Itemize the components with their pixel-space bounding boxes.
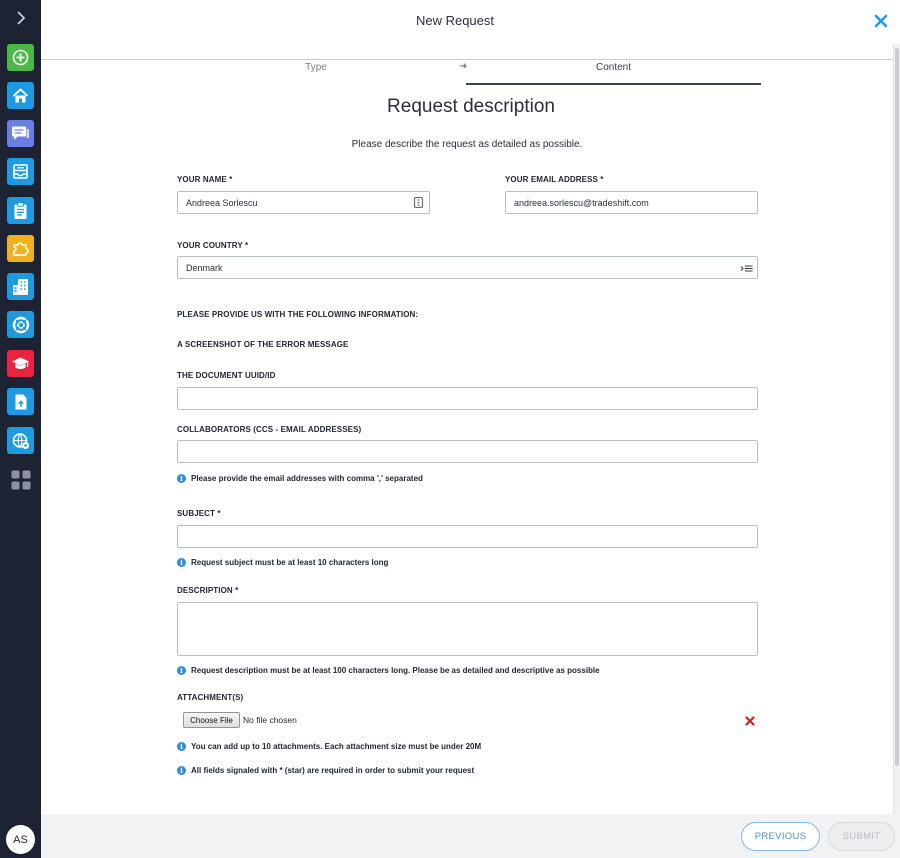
- subject-input[interactable]: [177, 525, 758, 548]
- collaborators-label: COLLABORATORS (CCS - EMAIL ADDRESSES): [177, 425, 362, 434]
- previous-button[interactable]: PREVIOUS: [741, 822, 820, 851]
- scrollbar-thumb[interactable]: [895, 48, 899, 766]
- remove-attachment-icon[interactable]: [744, 714, 756, 726]
- info-icon: i: [177, 558, 186, 567]
- upload-icon[interactable]: [7, 388, 34, 415]
- subject-label: SUBJECT *: [177, 509, 221, 518]
- add-icon[interactable]: [7, 44, 34, 71]
- file-status: No file chosen: [243, 715, 297, 725]
- required-fields-hint-text: All fields signaled with * (star) are re…: [191, 766, 475, 775]
- info-icon: i: [177, 474, 186, 483]
- header-divider: [41, 59, 893, 60]
- screenshot-heading: A SCREENSHOT OF THE ERROR MESSAGE: [177, 340, 349, 349]
- attachments-hint: i You can add up to 10 attachments. Each …: [177, 742, 481, 751]
- collaborators-hint: i Please provide the email addresses with…: [177, 474, 423, 483]
- inbox-icon[interactable]: [7, 158, 34, 185]
- name-label: YOUR NAME *: [177, 175, 233, 184]
- graduation-cap-icon[interactable]: [7, 350, 34, 377]
- info-icon: i: [177, 666, 186, 675]
- sidebar: AS: [0, 0, 41, 858]
- info-icon: i: [177, 766, 186, 775]
- choose-file-button[interactable]: Choose File: [183, 712, 240, 728]
- attachments-label: ATTACHMENT(S): [177, 693, 244, 702]
- uuid-input[interactable]: [177, 387, 758, 410]
- attachments-hint-text: You can add up to 10 attachments. Each a…: [191, 742, 482, 751]
- expand-sidebar-chevron-icon[interactable]: [10, 7, 32, 29]
- subject-hint: i Request subject must be at least 10 cha…: [177, 558, 388, 567]
- submit-button[interactable]: SUBMIT: [828, 822, 895, 851]
- user-avatar[interactable]: AS: [6, 825, 35, 854]
- clipboard-icon[interactable]: [7, 197, 34, 224]
- collaborators-hint-text: Please provide the email addresses with …: [191, 474, 423, 483]
- active-step-indicator: [466, 83, 761, 85]
- page-title: Request description: [387, 96, 555, 117]
- select-list-icon: [739, 263, 753, 273]
- description-hint-text: Request description must be at least 100…: [191, 666, 600, 675]
- email-field[interactable]: andreea.sorlescu@tradeshift.com: [505, 191, 758, 214]
- info-icon: i: [177, 742, 186, 751]
- name-field[interactable]: Andreea Sorlescu: [177, 191, 430, 214]
- collaborators-input[interactable]: [177, 440, 758, 463]
- page-subtitle: Please describe the request as detailed …: [351, 139, 583, 150]
- new-request-modal: AS New Request Type ➜ Content Request de…: [0, 0, 900, 858]
- globe-settings-icon[interactable]: [7, 427, 34, 454]
- description-label: DESCRIPTION *: [177, 586, 239, 595]
- subject-hint-text: Request subject must be at least 10 char…: [191, 558, 389, 567]
- required-fields-hint: i All fields signaled with * (star) are r…: [177, 766, 474, 775]
- apps-grid-icon[interactable]: [7, 466, 34, 493]
- email-label: YOUR EMAIL ADDRESS *: [505, 175, 604, 184]
- description-hint: i Request description must be at least 10…: [177, 666, 600, 675]
- home-icon[interactable]: [7, 82, 34, 109]
- lifebuoy-icon[interactable]: [7, 311, 34, 338]
- uuid-label: THE DOCUMENT UUID/ID: [177, 371, 276, 380]
- description-textarea[interactable]: [177, 602, 758, 656]
- chat-icon[interactable]: [7, 120, 34, 147]
- country-select[interactable]: Denmark: [177, 256, 758, 279]
- country-label: YOUR COUNTRY *: [177, 241, 249, 250]
- step-type[interactable]: Type: [180, 62, 452, 73]
- puzzle-icon[interactable]: [7, 235, 34, 262]
- building-icon[interactable]: [7, 273, 34, 300]
- step-content[interactable]: Content: [466, 62, 761, 73]
- info-heading: PLEASE PROVIDE US WITH THE FOLLOWING INF…: [177, 310, 419, 319]
- close-icon[interactable]: [874, 14, 888, 28]
- modal-title: New Request: [415, 13, 495, 28]
- contact-card-icon: [413, 196, 423, 208]
